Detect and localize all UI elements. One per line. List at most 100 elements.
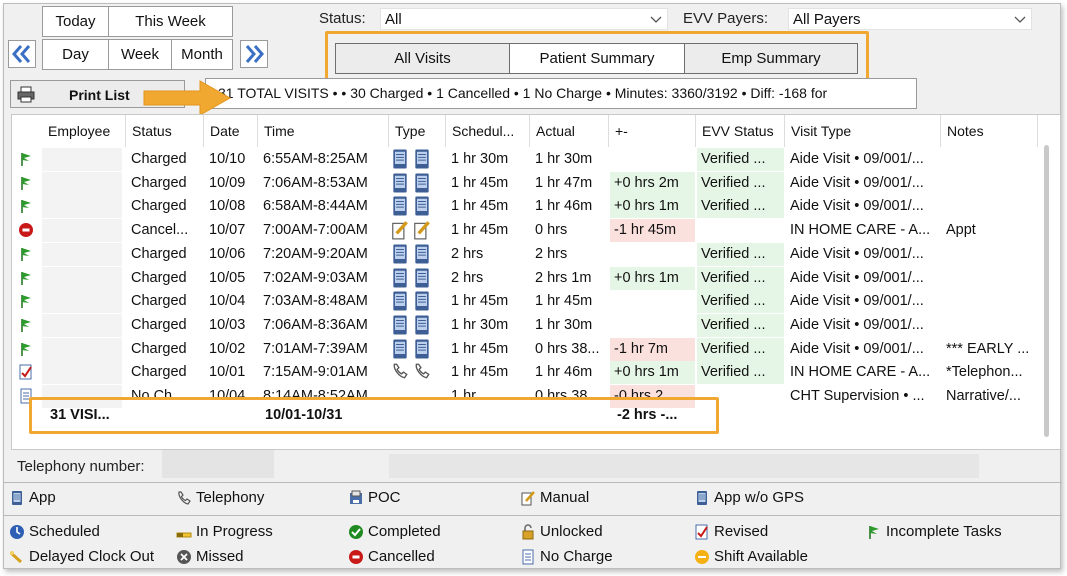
column-header[interactable]: EVV Status — [696, 115, 785, 147]
cell-time: 7:02AM-9:03AM — [263, 269, 368, 286]
green-flag-icon — [21, 318, 31, 332]
column-header[interactable]: Time — [258, 115, 389, 147]
previous-period-button[interactable] — [8, 40, 36, 68]
legend-item: Incomplete Tasks — [866, 523, 1002, 540]
column-header[interactable]: Date — [204, 115, 258, 147]
column-header[interactable]: Actual — [530, 115, 609, 147]
table-row[interactable]: Cancel... 10/07 7:00AM-7:00AM 1 hr 45m 0 hrs… — [12, 219, 1042, 243]
column-header[interactable]: Notes — [941, 115, 1038, 147]
status-select[interactable]: All — [380, 8, 668, 30]
green-flag-icon — [21, 247, 31, 261]
green-flag-icon — [21, 176, 31, 190]
legend-item: Completed — [348, 523, 441, 540]
delayed-clock-out-icon — [9, 550, 23, 563]
column-header[interactable]: Employee — [42, 115, 126, 147]
row-status-icon — [18, 246, 34, 265]
table-row[interactable]: Charged 10/02 7:01AM-7:39AM 1 hr 45m 0 hrs 3… — [12, 337, 1042, 361]
legend-label: Delayed Clock Out — [29, 548, 155, 565]
cell-actual: 1 hr 30m — [535, 151, 593, 167]
telephony-number-value — [162, 450, 274, 478]
cell-date: 10/03 — [209, 316, 246, 333]
cell-status: Charged — [131, 198, 187, 215]
manual-icon — [521, 490, 535, 505]
visits-grid: Employee Status Date Time Type Schedul... Actu… — [11, 114, 1061, 450]
cell-status: Charged — [131, 269, 187, 286]
row-status-icon — [18, 175, 34, 194]
visits-window: Today This Week Day Week Month Status: A… — [3, 3, 1062, 569]
cell-notes — [942, 290, 1037, 313]
tabs-highlight — [325, 31, 869, 81]
cell-type — [391, 244, 435, 264]
row-status-icon — [18, 317, 34, 336]
cell-notes: Narrative/... — [946, 388, 1021, 404]
cell-status: Charged — [131, 364, 187, 381]
cell-diff — [610, 314, 695, 337]
evv-payers-select[interactable]: All Payers — [788, 8, 1032, 30]
day-button[interactable]: Day — [42, 39, 109, 70]
green-flag-icon — [21, 200, 31, 214]
cell-notes — [942, 267, 1037, 290]
today-button[interactable]: Today — [42, 6, 109, 37]
row-status-icon — [18, 270, 34, 289]
vertical-scrollbar[interactable] — [1044, 145, 1049, 437]
cell-actual: 1 hr 46m — [535, 364, 593, 381]
cell-sched: 1 hr 45m — [451, 222, 509, 239]
cell-date: 10/10 — [209, 151, 246, 167]
employee-name-redacted — [42, 361, 122, 385]
app-icon — [415, 173, 429, 193]
legend-label: Unlocked — [540, 523, 603, 540]
green-flag-icon — [21, 342, 31, 356]
cell-diff: +0 hrs 2m — [610, 171, 695, 195]
legend-item: Cancelled — [348, 548, 435, 565]
table-row[interactable]: Charged 10/08 6:58AM-8:44AM 1 hr 45m 1 hr 46… — [12, 195, 1042, 219]
cell-evv: Verified ... — [697, 266, 784, 290]
employee-name-redacted — [42, 171, 122, 195]
table-row[interactable]: Charged 10/10 6:55AM-8:25AM 1 hr 30m 1 hr 30… — [12, 148, 1042, 171]
telephony-number-label: Telephony number: — [17, 458, 145, 475]
app-icon — [393, 315, 407, 335]
cell-sched: 1 hr 45m — [451, 174, 509, 191]
month-button[interactable]: Month — [171, 39, 233, 70]
app-icon — [415, 244, 429, 264]
column-header[interactable]: Visit Type — [785, 115, 941, 147]
column-header[interactable]: Status — [126, 115, 204, 147]
legend-item: Unlocked — [520, 523, 603, 540]
legend-label: No Charge — [540, 548, 613, 565]
app-icon — [393, 173, 407, 193]
table-row[interactable]: Charged 10/03 7:06AM-8:36AM 1 hr 30m 1 hr 30… — [12, 313, 1042, 337]
telephony-icon — [178, 490, 191, 505]
cell-status: Charged — [131, 245, 187, 262]
app-icon — [415, 315, 429, 335]
table-row[interactable]: Charged 10/01 7:15AM-9:01AM 1 hr 45m 1 hr 46… — [12, 361, 1042, 385]
table-row[interactable]: Charged 10/06 7:20AM-9:20AM 2 hrs 2 hrs Verif… — [12, 242, 1042, 266]
chevron-down-icon — [650, 16, 662, 23]
cell-visit-type: Aide Visit • 09/001/... — [790, 340, 924, 357]
cell-diff — [610, 290, 695, 313]
app-icon — [12, 490, 22, 505]
next-period-button[interactable] — [240, 40, 268, 68]
row-status-icon — [18, 198, 34, 217]
cell-diff: -1 hr 45m — [610, 219, 695, 243]
cell-sched: 1 hr 45m — [451, 293, 509, 310]
table-row[interactable]: Charged 10/04 7:03AM-8:48AM 1 hr 45m 1 hr 45… — [12, 290, 1042, 314]
cell-notes — [942, 148, 1037, 171]
cell-type — [391, 339, 435, 359]
employee-name-redacted — [42, 219, 122, 243]
cell-date: 10/04 — [209, 293, 246, 310]
week-button[interactable]: Week — [108, 39, 172, 70]
column-header[interactable]: Type — [389, 115, 446, 147]
column-header[interactable]: Schedul... — [446, 115, 530, 147]
cell-notes — [942, 243, 1037, 266]
app-icon — [393, 196, 407, 216]
table-row[interactable]: Charged 10/05 7:02AM-9:03AM 2 hrs 2 hrs 1m +0… — [12, 266, 1042, 290]
cancelled-icon — [19, 223, 33, 238]
row-status-icon — [18, 364, 34, 383]
footer-date-range: 10/01-10/31 — [265, 407, 343, 423]
legend-label: Completed — [368, 523, 441, 540]
this-week-button[interactable]: This Week — [108, 6, 233, 37]
in-progress-icon — [176, 532, 192, 537]
table-row[interactable]: Charged 10/09 7:06AM-8:53AM 1 hr 45m 1 hr 47… — [12, 171, 1042, 195]
column-header[interactable]: +- — [609, 115, 696, 147]
legend-item: No Charge — [520, 548, 613, 565]
cell-actual: 1 hr 45m — [535, 293, 593, 310]
